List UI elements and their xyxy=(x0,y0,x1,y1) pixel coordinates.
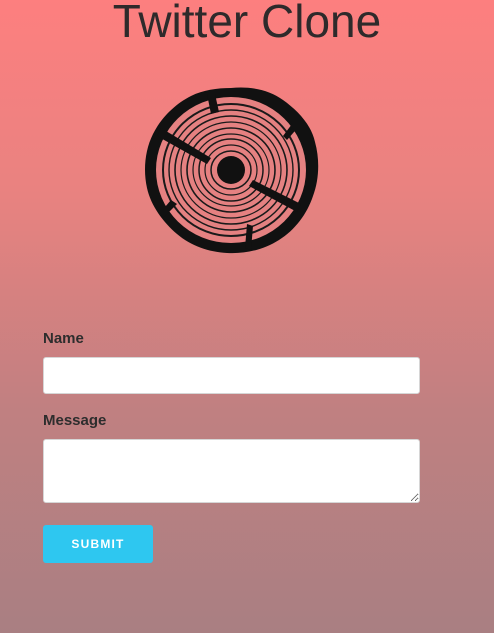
submit-button[interactable]: SUBMIT xyxy=(43,525,153,563)
name-input[interactable] xyxy=(43,357,420,394)
message-label: Message xyxy=(43,412,107,429)
message-textarea[interactable] xyxy=(43,439,420,503)
name-label: Name xyxy=(43,330,84,347)
tree-rings-icon xyxy=(145,87,319,254)
page-title: Twitter Clone xyxy=(112,0,382,47)
